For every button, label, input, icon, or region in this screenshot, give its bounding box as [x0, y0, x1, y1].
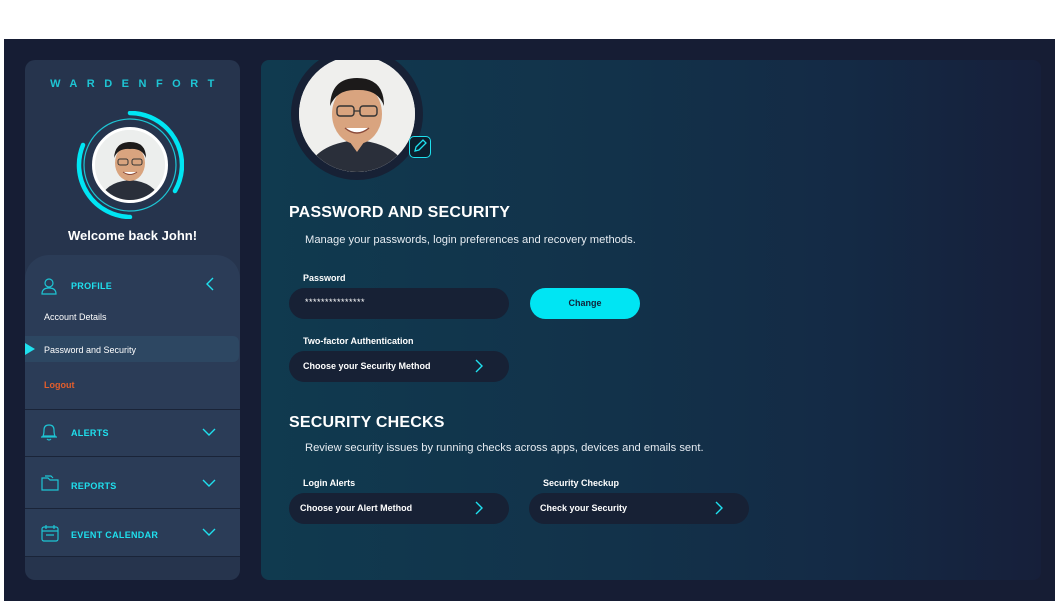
sidebar-item-password-security[interactable]: Password and Security	[25, 336, 239, 362]
chevron-right-icon	[715, 501, 723, 515]
nav-profile[interactable]: PROFILE	[25, 255, 240, 315]
logout-link[interactable]: Logout	[44, 380, 75, 390]
avatar	[92, 127, 168, 203]
login-alerts-label: Login Alerts	[303, 478, 356, 488]
profile-photo	[291, 60, 431, 180]
password-field[interactable]: ***************	[289, 288, 509, 319]
password-value: ***************	[305, 297, 366, 307]
chevron-left-icon[interactable]	[205, 277, 215, 291]
nav-alerts-label: ALERTS	[71, 428, 109, 438]
choose-alert-method-button[interactable]: Choose your Alert Method	[289, 493, 509, 524]
folder-icon	[41, 475, 59, 491]
checks-section-subtitle: Review security issues by running checks…	[305, 442, 704, 454]
bell-icon	[41, 424, 57, 441]
button-label: Choose your Alert Method	[300, 503, 413, 513]
chevron-down-icon[interactable]	[202, 427, 216, 437]
sidebar-item-account-details[interactable]: Account Details	[44, 312, 107, 322]
main-content: PASSWORD AND SECURITY Manage your passwo…	[261, 60, 1041, 580]
password-label: Password	[303, 273, 346, 283]
avatar	[299, 60, 415, 172]
chevron-right-icon	[475, 359, 483, 373]
nav-reports[interactable]: REPORTS	[25, 456, 240, 509]
edit-icon	[414, 139, 427, 152]
user-icon	[41, 278, 57, 295]
nav-profile-label: PROFILE	[71, 281, 113, 291]
profile-avatar-ring	[76, 111, 184, 219]
chevron-down-icon[interactable]	[202, 478, 216, 488]
brand-logo: WARDENFORT	[50, 78, 224, 90]
chevron-right-icon	[475, 501, 483, 515]
change-password-button[interactable]: Change	[530, 288, 640, 319]
password-section-subtitle: Manage your passwords, login preferences…	[305, 234, 636, 246]
edit-photo-button[interactable]	[409, 136, 431, 158]
calendar-icon	[41, 525, 59, 542]
person-photo-icon	[95, 130, 165, 200]
button-label: Check your Security	[540, 503, 628, 513]
active-indicator	[25, 343, 35, 355]
check-security-button[interactable]: Check your Security	[529, 493, 749, 524]
security-checkup-label: Security Checkup	[543, 478, 620, 488]
sidebar: WARDENFORT Welcome back John! PROFILE Ac…	[25, 60, 240, 580]
choose-security-method-button[interactable]: Choose your Security Method	[289, 351, 509, 382]
welcome-message: Welcome back John!	[67, 228, 198, 243]
chevron-down-icon[interactable]	[202, 527, 216, 537]
nav-alerts[interactable]: ALERTS	[25, 409, 240, 457]
nav-event-calendar[interactable]: EVENT CALENDAR	[25, 508, 240, 557]
profile-nav-panel: PROFILE Account Details Password and Sec…	[25, 255, 240, 410]
button-label: Choose your Security Method	[303, 361, 431, 371]
person-photo-icon	[299, 60, 415, 172]
password-section-title: PASSWORD AND SECURITY	[289, 204, 511, 221]
nav-event-calendar-label: EVENT CALENDAR	[71, 530, 159, 540]
checks-section-title: SECURITY CHECKS	[289, 414, 445, 431]
twofa-label: Two-factor Authentication	[303, 336, 414, 346]
sidebar-item-label: Password and Security	[44, 345, 137, 355]
nav-reports-label: REPORTS	[71, 481, 117, 491]
